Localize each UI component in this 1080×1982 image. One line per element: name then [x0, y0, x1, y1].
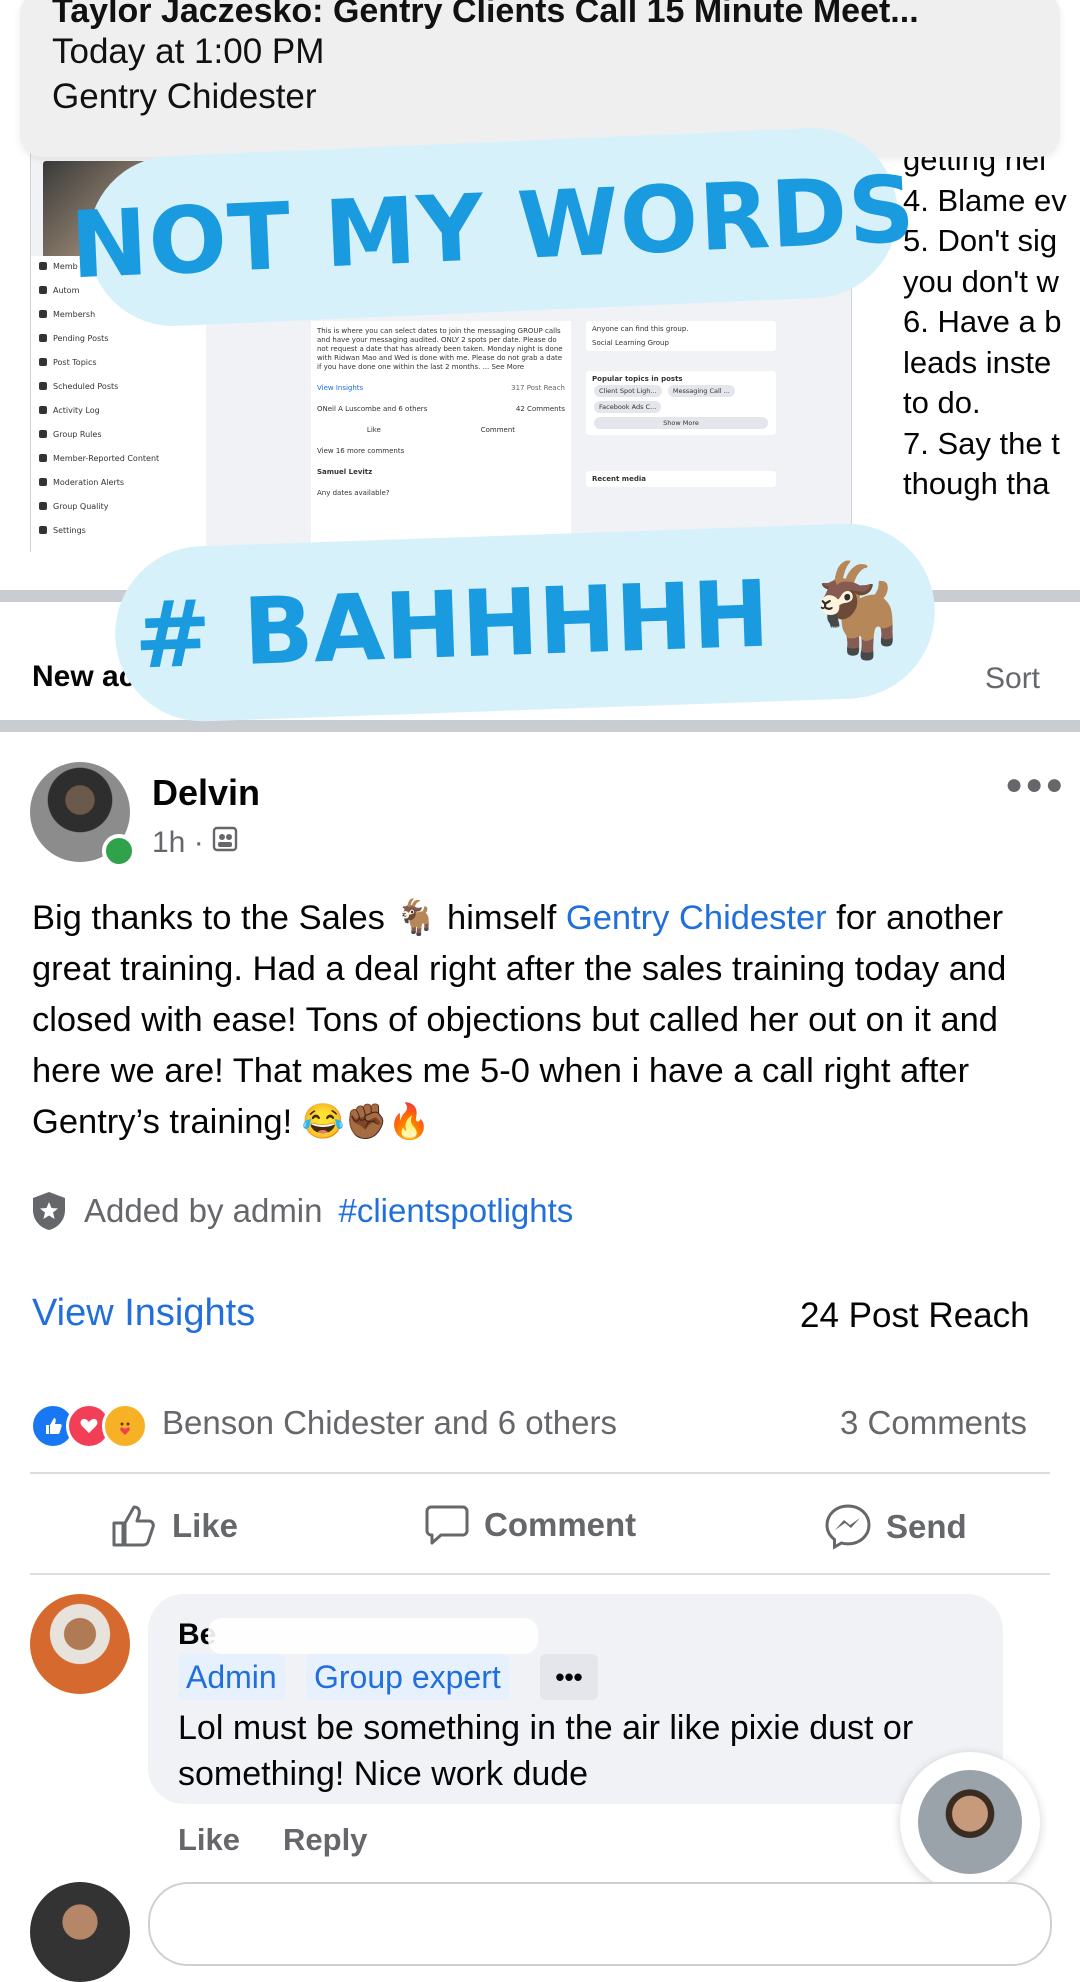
comment-text: Lol must be something in the air like pi…: [178, 1709, 914, 1793]
right-text-line: you don't w: [903, 263, 1059, 299]
separator: [30, 1472, 1050, 1474]
embedded-topics-card: Popular topics in posts Client Spot Ligh…: [586, 371, 776, 435]
right-text-line: leads inste: [903, 344, 1052, 380]
post-reach: 24 Post Reach: [800, 1296, 1030, 1335]
comment-button[interactable]: Comment: [424, 1503, 636, 1547]
right-text-line: though tha: [903, 466, 1050, 501]
commenter-avatar[interactable]: [30, 1594, 130, 1694]
embedded-sidebar-item: Settings: [39, 522, 86, 538]
reactions-summary[interactable]: Benson Chidester and 6 others: [162, 1404, 617, 1442]
embedded-topic-chip: Facebook Ads C...: [594, 401, 662, 413]
comment-label: Comment: [484, 1506, 637, 1543]
embedded-reactions: ONeil A Luscombe and 6 others: [317, 405, 428, 413]
embedded-comment-text: Any dates available?: [317, 489, 390, 497]
badge-more-icon[interactable]: •••: [540, 1654, 598, 1700]
embedded-sidebar-item: Post Topics: [39, 354, 97, 370]
story-sticker-bahhhhh: # BAHHHHH 🐐: [112, 520, 938, 725]
like-label: Like: [172, 1507, 239, 1544]
right-text-line: 6. Have a b: [903, 304, 1062, 339]
embedded-visible-text: Anyone can find this group.: [592, 325, 689, 333]
right-text-line: 7. Say the t: [903, 425, 1060, 461]
embedded-sidebar-item: Activity Log: [39, 402, 100, 418]
online-status-dot: [102, 834, 136, 868]
embedded-sidebar-item: Pending Posts: [39, 330, 108, 346]
write-comment-input[interactable]: [148, 1882, 1052, 1966]
sort-button[interactable]: Sort: [985, 662, 1040, 696]
shield-star-icon: [33, 1192, 65, 1230]
embedded-topic-chip: Client Spot Ligh...: [594, 385, 662, 397]
group-expert-badge: Group expert: [306, 1654, 509, 1700]
embedded-recent-media: Recent media: [592, 475, 646, 483]
embedded-comments: 42 Comments: [515, 405, 565, 413]
embedded-sidebar-item: Moderation Alerts: [39, 474, 124, 490]
embedded-media-card: Recent media: [586, 471, 776, 487]
notification-banner[interactable]: Taylor Jaczesko: Gentry Clients Call 15 …: [20, 0, 1060, 157]
chat-head-bubble[interactable]: [900, 1752, 1040, 1892]
thumbs-up-icon: [112, 1505, 155, 1547]
embedded-comment: Comment: [480, 426, 516, 434]
comment-like-button[interactable]: Like: [178, 1822, 240, 1858]
chat-head-avatar: [918, 1770, 1022, 1874]
post-meta: 1h ·: [152, 826, 238, 860]
section-divider: [0, 720, 1080, 732]
embedded-view-more: View 16 more comments: [317, 447, 405, 455]
embedded-like: Like: [366, 426, 381, 434]
mention-link[interactable]: Gentry Chidester: [566, 899, 827, 937]
embedded-commenter: Samuel Levitz: [317, 468, 373, 476]
added-by-admin-row: Added by admin #clientspotlights: [30, 1190, 573, 1232]
embedded-right-column: Anyone can find this group. Social Learn…: [586, 321, 776, 561]
right-text-line: to do.: [903, 385, 981, 420]
post-more-dots-icon[interactable]: ●●●: [1005, 768, 1065, 802]
separator: [30, 1573, 1050, 1575]
embedded-sidebar-item: Group Quality: [39, 498, 108, 514]
embedded-sidebar-item: Membersh: [39, 306, 95, 322]
embedded-post-text: This is where you can select dates to jo…: [317, 327, 563, 371]
comments-count[interactable]: 3 Comments: [840, 1404, 1027, 1442]
comment-reply-button[interactable]: Reply: [283, 1822, 367, 1858]
notification-time: Today at 1:00 PM: [52, 32, 325, 71]
admin-badge: Admin: [178, 1654, 285, 1700]
post-time: 1h ·: [152, 826, 204, 859]
name-redaction: [208, 1618, 538, 1654]
story-sticker-not-my-words: NOT MY WORDS: [68, 124, 918, 330]
notification-title: Taylor Jaczesko: Gentry Clients Call 15 …: [52, 0, 919, 30]
cropped-right-text: getting hel 4. Blame ev 5. Don't sig you…: [903, 140, 1080, 505]
embedded-sidebar-item: Member-Reported Content: [39, 450, 159, 466]
post-text-part1: Big thanks to the Sales 🐐 himself: [32, 899, 566, 937]
messenger-icon: [825, 1504, 871, 1550]
care-reaction-icon: [102, 1403, 148, 1449]
embedded-about-card: Anyone can find this group. Social Learn…: [586, 321, 776, 351]
embedded-sidebar-item: Scheduled Posts: [39, 378, 118, 394]
added-by-label: Added by admin: [84, 1192, 323, 1229]
right-text-line: 4. Blame ev: [903, 182, 1067, 218]
hashtag-link[interactable]: #clientspotlights: [339, 1192, 574, 1230]
embedded-sidebar-item: Group Rules: [39, 426, 101, 442]
embedded-post: This is where you can select dates to jo…: [311, 321, 571, 561]
current-user-avatar: [30, 1882, 130, 1982]
like-button[interactable]: Like: [110, 1503, 238, 1549]
send-button[interactable]: Send: [824, 1503, 967, 1551]
notification-author: Gentry Chidester: [52, 77, 317, 116]
embedded-view-insights: View Insights: [317, 384, 364, 392]
view-insights-link[interactable]: View Insights: [32, 1292, 255, 1335]
post-body: Big thanks to the Sales 🐐 himself Gentry…: [32, 893, 1052, 1148]
reaction-icons[interactable]: [30, 1403, 148, 1449]
group-members-icon: [212, 826, 238, 860]
new-activity-label: New ac: [32, 660, 136, 693]
name-redaction: [270, 780, 440, 814]
embedded-post-reach: 317 Post Reach: [511, 384, 565, 392]
embedded-topics-title: Popular topics in posts: [592, 375, 683, 383]
right-text-line: 5. Don't sig: [903, 223, 1058, 258]
send-label: Send: [886, 1508, 967, 1545]
embedded-group-type: Social Learning Group: [592, 339, 669, 347]
speech-bubble-icon: [425, 1505, 469, 1545]
embedded-show-more: Show More: [594, 417, 768, 429]
embedded-topic-chip: Messaging Call ...: [667, 385, 735, 397]
